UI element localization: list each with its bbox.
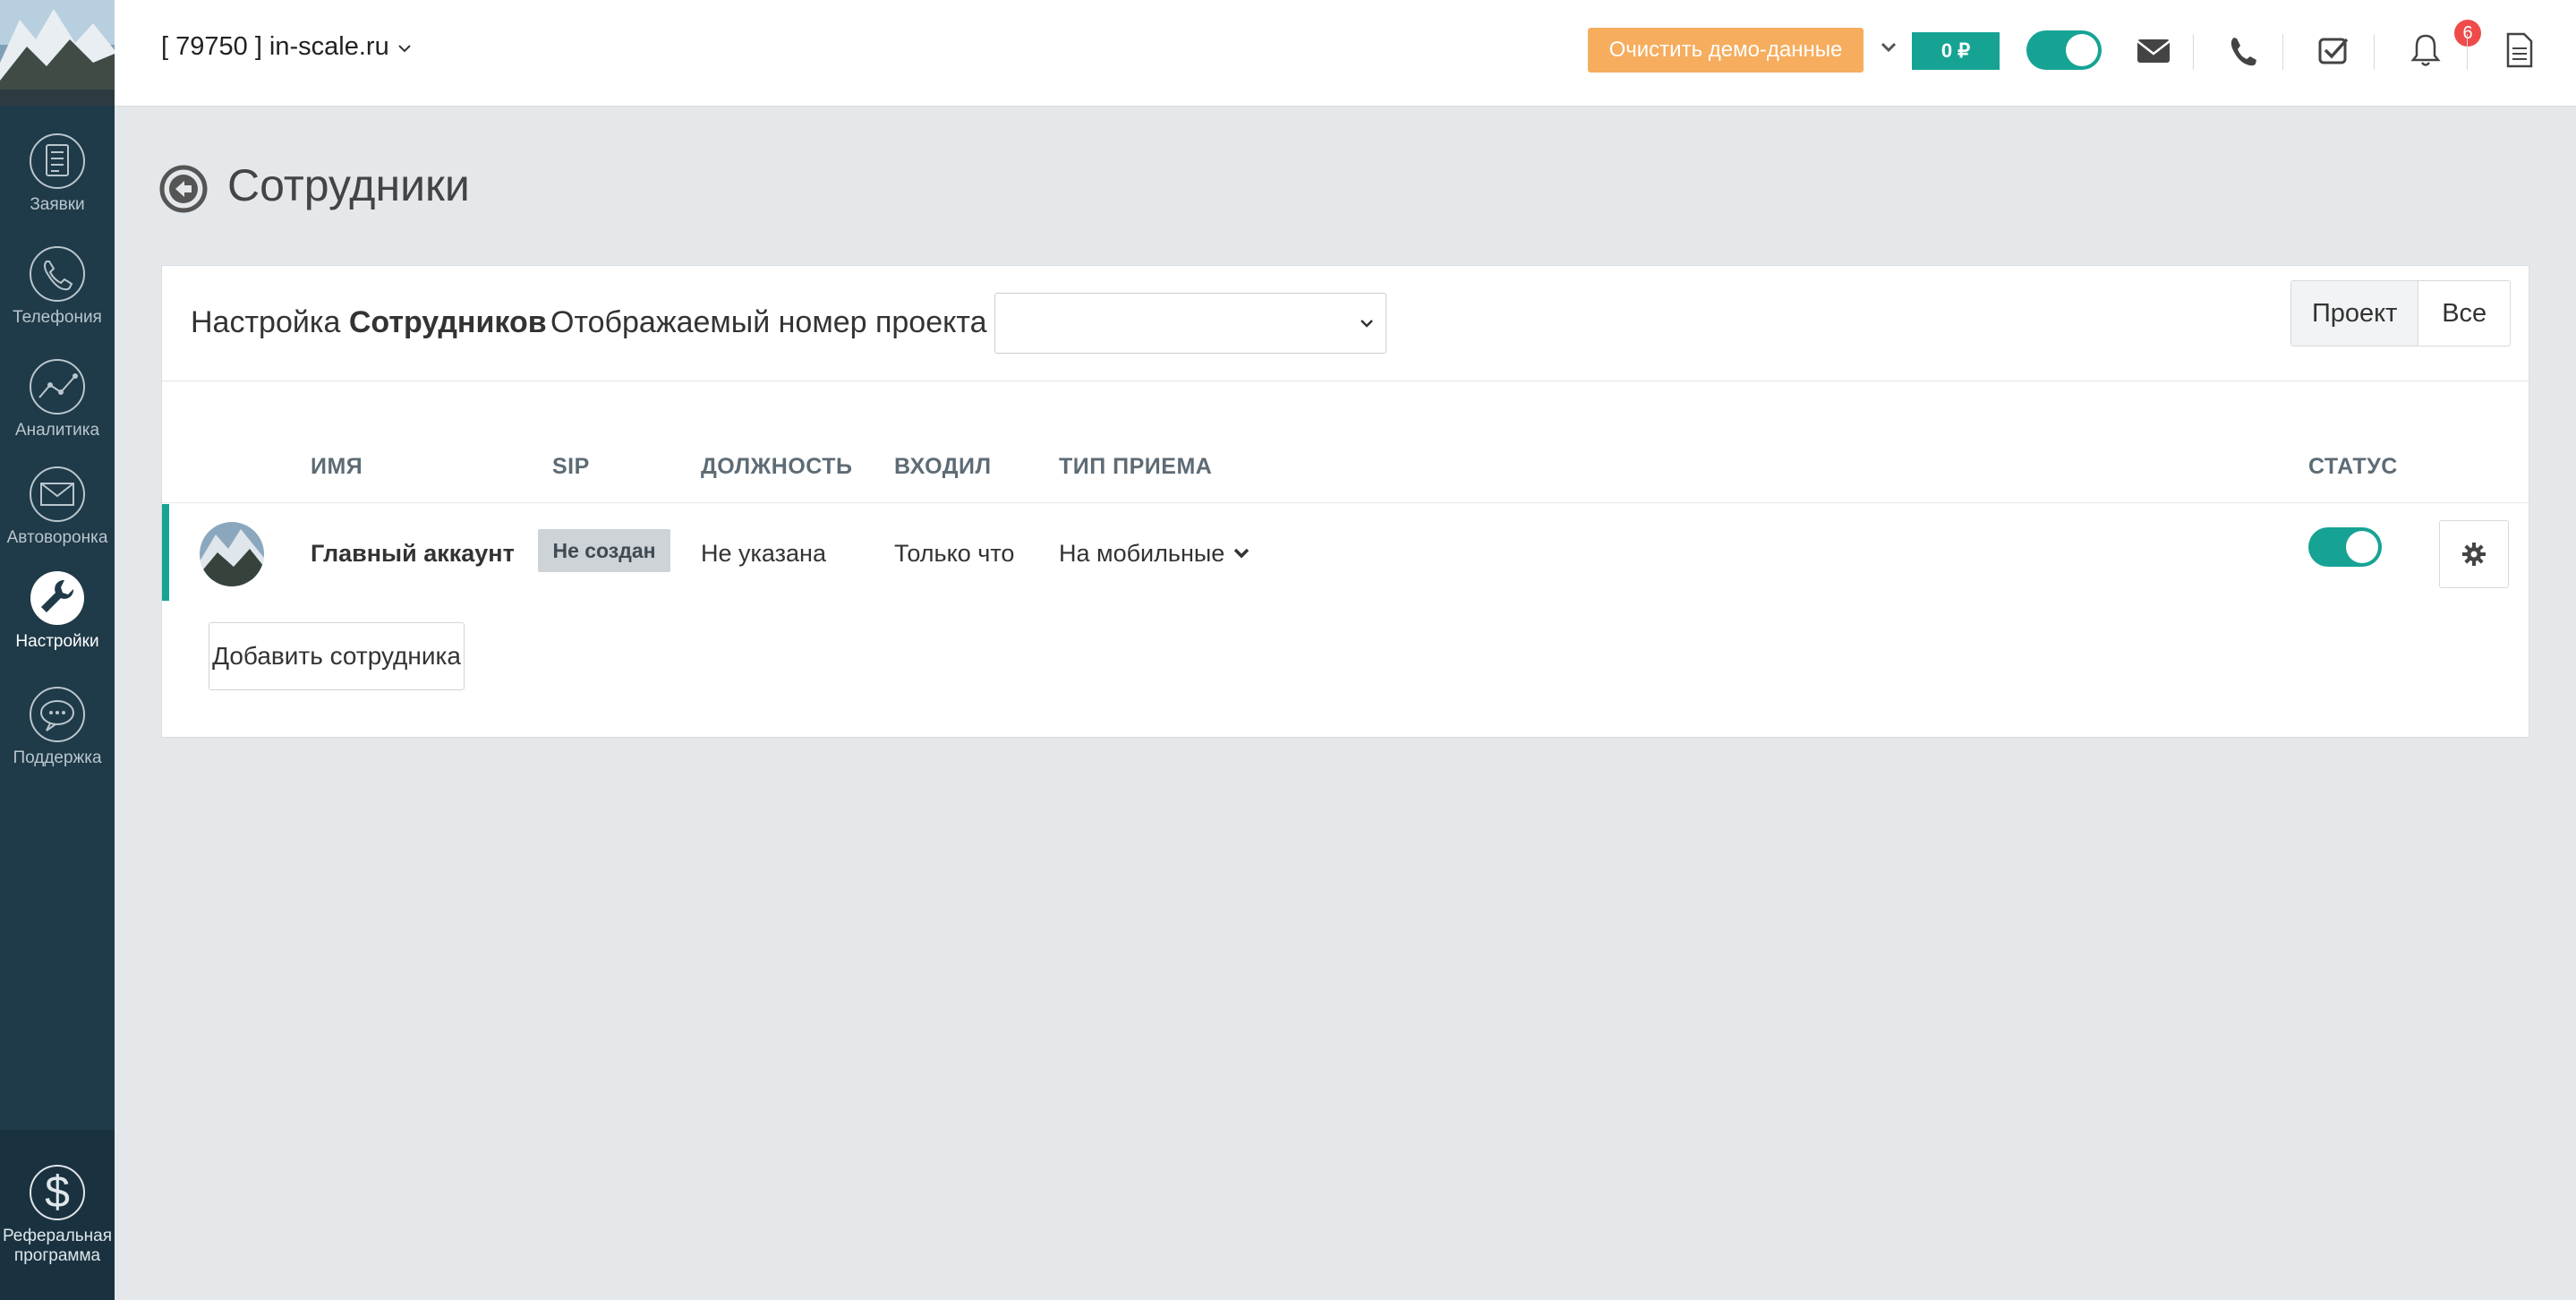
mail-funnel-icon xyxy=(30,466,85,522)
employee-settings-button[interactable] xyxy=(2439,520,2509,588)
sidebar-item-orders[interactable]: Заявки xyxy=(0,133,115,215)
divider xyxy=(162,502,2529,503)
status-toggle[interactable] xyxy=(2308,527,2382,567)
sidebar-item-label: Аналитика xyxy=(14,421,100,440)
envelope-icon[interactable] xyxy=(2130,27,2177,73)
employee-name[interactable]: Главный аккаунт xyxy=(311,540,515,568)
employees-card: Настройка Сотрудников Отображаемый номер… xyxy=(161,265,2529,738)
chevron-down-icon[interactable] xyxy=(1876,34,1901,61)
project-selector[interactable]: [ 79750 ] in-scale.ru xyxy=(161,32,413,62)
chevron-down-icon xyxy=(1361,320,1373,328)
employee-last-login: Только что xyxy=(894,540,1015,567)
sidebar-item-label: Настройки xyxy=(15,632,99,651)
account-logo[interactable] xyxy=(0,0,115,106)
segment-project[interactable]: Проект xyxy=(2291,281,2419,346)
segment-all[interactable]: Все xyxy=(2418,281,2510,346)
avatar[interactable] xyxy=(200,522,264,586)
bell-icon[interactable] xyxy=(2402,27,2449,73)
display-number-select[interactable] xyxy=(994,293,1386,354)
divider xyxy=(2193,34,2194,70)
chevron-down-icon xyxy=(1233,548,1250,559)
tasks-badge: 6 xyxy=(2454,20,2481,47)
clear-demo-button[interactable]: Очистить демо-данные xyxy=(1588,28,1864,73)
dollar-icon: $ xyxy=(30,1165,85,1220)
sidebar-item-settings[interactable]: Настройки xyxy=(0,569,115,652)
sip-status-badge: Не создан xyxy=(538,529,670,572)
sidebar-item-autofunnel[interactable]: Автоворонка xyxy=(0,466,115,548)
sidebar-item-telephony[interactable]: Телефония xyxy=(0,245,115,328)
referral-label-line2: программа xyxy=(13,1246,101,1265)
sidebar-item-label: Телефония xyxy=(13,308,102,327)
wrench-icon xyxy=(30,571,84,625)
sidebar-item-label: Поддержка xyxy=(13,748,102,767)
toggle-knob xyxy=(2346,531,2378,563)
phone-icon xyxy=(30,246,85,302)
divider xyxy=(2374,34,2375,70)
analytics-icon xyxy=(30,359,85,415)
column-header-receive-type: ТИП ПРИЕМА xyxy=(1059,454,1213,479)
divider xyxy=(2282,34,2283,70)
sidebar-item-referral[interactable]: $ Реферальная программа xyxy=(0,1130,115,1300)
orders-icon xyxy=(30,133,85,189)
add-employee-button[interactable]: Добавить сотрудника xyxy=(209,622,465,690)
page-title: Сотрудники xyxy=(227,160,470,210)
card-title-bold: Сотрудников xyxy=(348,305,547,339)
svg-text:$: $ xyxy=(45,1167,70,1217)
row-accent xyxy=(162,504,169,601)
back-arrow-icon[interactable] xyxy=(159,165,208,213)
gear-icon xyxy=(2462,543,2486,566)
sidebar-item-support[interactable]: Поддержка xyxy=(0,686,115,768)
balance-badge[interactable]: 0 ₽ xyxy=(1912,32,2000,70)
column-header-status: СТАТУС xyxy=(2308,454,2398,479)
receive-type-value: На мобильные xyxy=(1059,540,1225,567)
card-title: Настройка Сотрудников xyxy=(191,305,547,340)
document-icon[interactable] xyxy=(2495,27,2542,73)
sidebar-item-label: Заявки xyxy=(30,195,85,214)
top-bar: [ 79750 ] in-scale.ru Очистить демо-данн… xyxy=(115,0,2576,107)
project-label: [ 79750 ] in-scale.ru xyxy=(161,32,389,61)
card-header: Настройка Сотрудников Отображаемый номер… xyxy=(162,266,2529,381)
sidebar: Заявки Телефония Аналитика Автоворонка Н… xyxy=(0,0,115,1300)
toggle-knob xyxy=(2066,34,2098,66)
referral-label-line1: Реферальная xyxy=(2,1227,113,1245)
column-header-position: ДОЛЖНОСТЬ xyxy=(701,454,853,479)
online-toggle[interactable] xyxy=(2026,30,2102,70)
employee-position: Не указана xyxy=(701,540,826,567)
card-title-prefix: Настройка xyxy=(191,305,341,339)
column-header-sip: SIP xyxy=(552,454,590,479)
sidebar-item-label: Автоворонка xyxy=(6,528,108,547)
column-header-name: ИМЯ xyxy=(311,454,363,479)
chat-bubble-icon xyxy=(30,687,85,742)
phone-icon[interactable] xyxy=(2220,27,2266,73)
receive-type-dropdown[interactable]: На мобильные xyxy=(1059,540,1251,568)
sidebar-item-analytics[interactable]: Аналитика xyxy=(0,358,115,440)
divider xyxy=(2467,34,2468,70)
tasks-checkbox-icon[interactable] xyxy=(2311,27,2358,73)
chevron-down-icon xyxy=(398,45,411,53)
scope-segmented-control: Проект Все xyxy=(2290,280,2511,346)
column-header-last-login: ВХОДИЛ xyxy=(894,454,992,479)
display-number-label: Отображаемый номер проекта xyxy=(550,305,987,339)
